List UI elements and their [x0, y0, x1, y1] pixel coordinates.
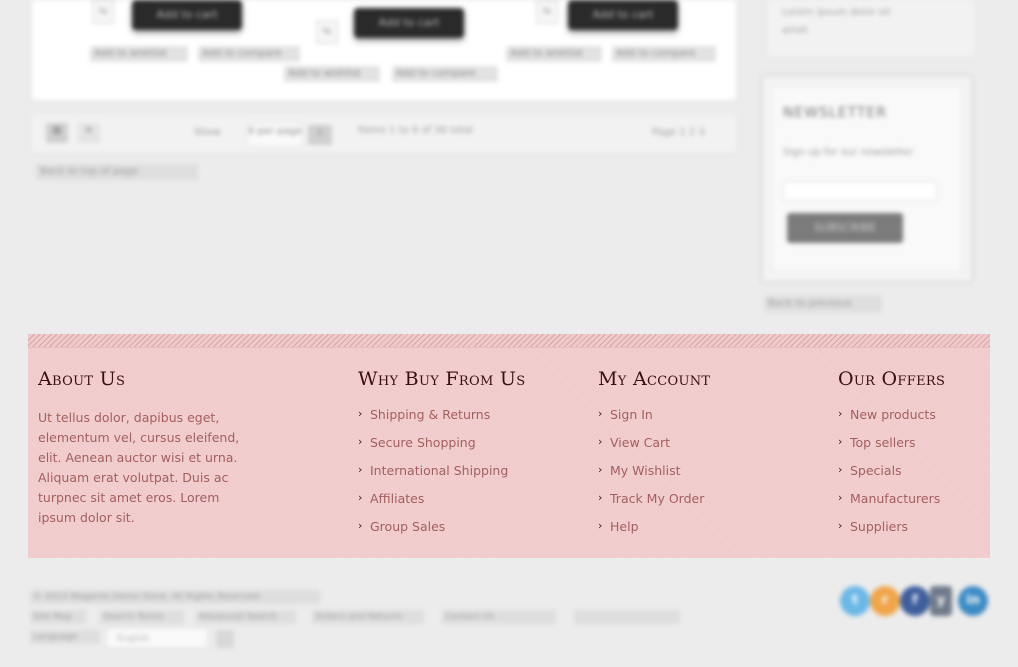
footer-link-new-products[interactable]: › New products [838, 406, 945, 434]
show-label: Show [194, 127, 221, 138]
bottom-link[interactable]: Contact Us [442, 610, 556, 624]
footer-why-list: › Shipping & Returns › Secure Shopping › In… [358, 406, 525, 546]
linkedin-icon[interactable]: in [958, 586, 988, 616]
bottom-link[interactable]: Site Map [30, 610, 86, 624]
sidebar-link[interactable]: Back to previous [764, 296, 882, 312]
add-to-wishlist-link[interactable]: Add to wishlist [284, 66, 380, 82]
footer-about: About Us Ut tellus dolor, dapibus eget, … [38, 368, 260, 528]
chevron-right-icon: › [358, 491, 363, 504]
add-to-compare-link[interactable]: Add to compare [392, 66, 498, 82]
footer-link-affiliates[interactable]: › Affiliates [358, 490, 525, 518]
footer-account: My Account › Sign In › View Cart › My Wishl… [598, 368, 710, 546]
product-card: ⇆ Add to cart Add to wishlist Add to com… [90, 0, 300, 90]
go-button[interactable] [216, 630, 234, 648]
add-to-compare-link[interactable]: Add to compare [612, 46, 716, 62]
add-to-cart-button[interactable]: Add to cart [132, 0, 242, 30]
chevron-right-icon: › [598, 491, 603, 504]
footer-link-help[interactable]: › Help [598, 518, 710, 546]
compare-icon[interactable]: ⇆ [92, 0, 114, 24]
compare-icon[interactable]: ⇆ [316, 20, 338, 44]
facebook-icon[interactable]: f [900, 586, 930, 616]
add-to-cart-button[interactable]: Add to cart [354, 8, 464, 38]
footer-link-my-wishlist[interactable]: › My Wishlist [598, 462, 710, 490]
footer-link-top-sellers[interactable]: › Top sellers [838, 434, 945, 462]
chevron-right-icon: › [838, 491, 843, 504]
items-info: Items 1 to 9 of 30 total [358, 125, 474, 136]
chevron-right-icon: › [838, 435, 843, 448]
footer-why: Why Buy From Us › Shipping & Returns › Sec… [358, 368, 525, 546]
pager[interactable]: Page 1 2 3 [652, 127, 705, 138]
footer-link-secure-shopping[interactable]: › Secure Shopping [358, 434, 525, 462]
toolbar: ▦ ≡ Show 9 per page ↓ Items 1 to 9 of 30… [32, 112, 736, 154]
footer-stripe [28, 334, 990, 348]
rss-icon[interactable]: r [870, 586, 900, 616]
footer-offers-title: Our Offers [838, 368, 946, 390]
product-grid: ⇆ Add to cart Add to wishlist Add to com… [32, 0, 736, 100]
footer-offers: Our Offers › New products › Top sellers › S… [838, 368, 945, 546]
subscribe-button[interactable]: SUBSCRIBE [787, 213, 903, 243]
newsletter-label: Sign up for our newsletter [783, 147, 914, 158]
bottom-link[interactable] [574, 610, 680, 624]
twitter-icon[interactable]: t [840, 586, 870, 616]
footer-link-specials[interactable]: › Specials [838, 462, 945, 490]
newsletter-block: NEWSLETTER Sign up for our newsletter SU… [762, 76, 972, 282]
back-link[interactable]: Back to top of page [36, 164, 198, 180]
footer-account-title: My Account [598, 368, 711, 390]
footer-about-text: Ut tellus dolor, dapibus eget, elementum… [38, 410, 240, 525]
footer-why-title: Why Buy From Us [358, 368, 526, 390]
sidebar-block-text: Lorem ipsum dolor sit amet [782, 7, 891, 36]
list-view-icon[interactable]: ≡ [78, 123, 100, 143]
newsletter-email-input[interactable] [783, 181, 937, 201]
bottom-link[interactable]: Orders and Returns [312, 610, 424, 624]
bottom-link[interactable]: Advanced Search [196, 610, 296, 624]
chevron-right-icon: › [598, 435, 603, 448]
chevron-right-icon: › [598, 463, 603, 476]
footer-link-suppliers[interactable]: › Suppliers [838, 518, 945, 546]
sort-direction-icon[interactable]: ↓ [308, 125, 332, 145]
chevron-right-icon: › [358, 435, 363, 448]
footer-offers-list: › New products › Top sellers › Specials › Ma… [838, 406, 945, 546]
product-card: ⇆ Add to cart Add to wishlist Add to com… [506, 0, 716, 90]
copyright-text: © 2013 Magento Demo Store. All Rights Re… [30, 590, 320, 604]
footer-link-view-cart[interactable]: › View Cart [598, 434, 710, 462]
add-to-cart-button[interactable]: Add to cart [568, 0, 678, 30]
footer-link-sign-in[interactable]: › Sign In [598, 406, 710, 434]
add-to-wishlist-link[interactable]: Add to wishlist [90, 46, 188, 62]
product-card: ⇆ Add to cart Add to wishlist Add to com… [284, 0, 498, 90]
footer-about-title: About Us [38, 368, 126, 390]
chevron-right-icon: › [838, 407, 843, 420]
footer-link-track-order[interactable]: › Track My Order [598, 490, 710, 518]
footer-link-manufacturers[interactable]: › Manufacturers [838, 490, 945, 518]
footer: About Us Ut tellus dolor, dapibus eget, … [28, 334, 990, 558]
sidebar-block: Lorem ipsum dolor sit amet [768, 0, 974, 56]
chevron-right-icon: › [358, 463, 363, 476]
grid-view-icon[interactable]: ▦ [46, 123, 68, 143]
youtube-icon[interactable]: y [930, 586, 952, 616]
chevron-right-icon: › [598, 519, 603, 532]
language-select[interactable]: English [106, 628, 208, 648]
newsletter-title: NEWSLETTER [783, 105, 888, 121]
footer-link-group-sales[interactable]: › Group Sales [358, 518, 525, 546]
footer-link-international-shipping[interactable]: › International Shipping [358, 462, 525, 490]
chevron-right-icon: › [358, 407, 363, 420]
chevron-right-icon: › [838, 519, 843, 532]
footer-link-shipping-returns[interactable]: › Shipping & Returns [358, 406, 525, 434]
compare-icon[interactable]: ⇆ [536, 0, 558, 24]
add-to-wishlist-link[interactable]: Add to wishlist [506, 46, 602, 62]
footer-account-list: › Sign In › View Cart › My Wishlist › Track … [598, 406, 710, 546]
chevron-right-icon: › [358, 519, 363, 532]
chevron-right-icon: › [598, 407, 603, 420]
chevron-right-icon: › [838, 463, 843, 476]
language-label: Language [30, 630, 100, 644]
bottom-link[interactable]: Search Terms [100, 610, 184, 624]
per-page-select[interactable]: 9 per page [246, 123, 304, 147]
